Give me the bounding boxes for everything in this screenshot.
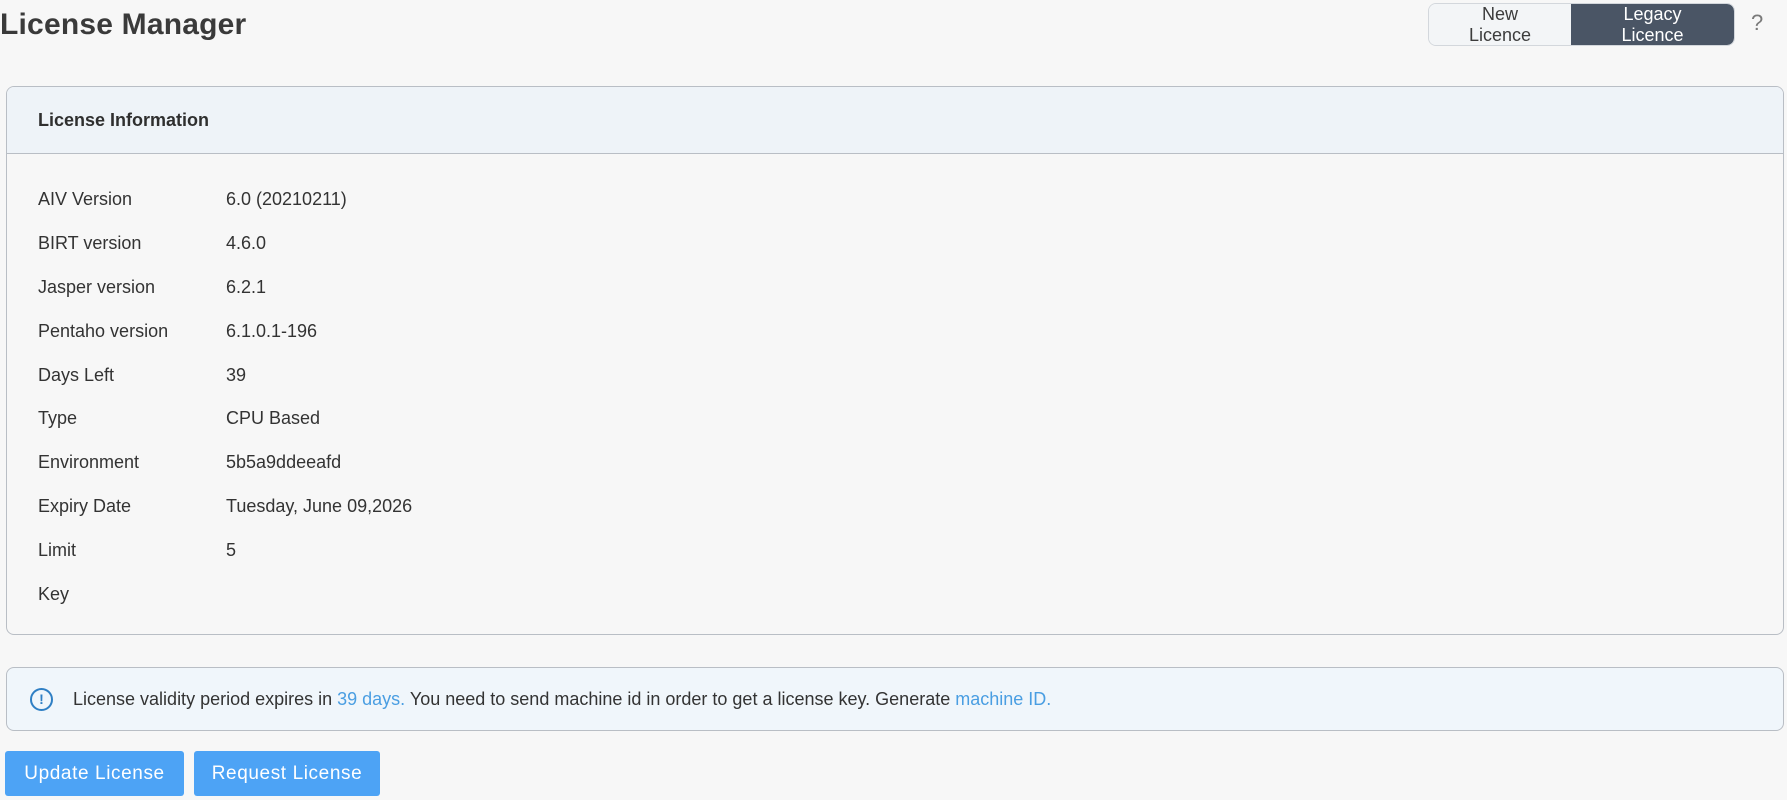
action-buttons: Update License Request License bbox=[5, 751, 380, 796]
license-information-card: License Information AIV Version 6.0 (202… bbox=[6, 86, 1784, 635]
info-row-pentaho-version: Pentaho version 6.1.0.1-196 bbox=[7, 309, 1783, 353]
info-value: 6.0 (20210211) bbox=[226, 189, 347, 210]
update-license-button[interactable]: Update License bbox=[5, 751, 184, 796]
info-label: Pentaho version bbox=[38, 320, 169, 341]
info-label: Key bbox=[38, 583, 70, 604]
info-row-key: Key bbox=[7, 572, 1783, 616]
info-row-days-left: Days Left 39 bbox=[7, 353, 1783, 397]
card-title: License Information bbox=[38, 109, 210, 130]
alert-text-middle: You need to send machine id in order to … bbox=[405, 688, 956, 709]
info-value: 5b5a9ddeeafd bbox=[226, 452, 342, 473]
machine-id-link[interactable]: machine ID. bbox=[955, 689, 1051, 709]
card-header: License Information bbox=[7, 87, 1783, 154]
info-label: Expiry Date bbox=[38, 495, 132, 516]
info-label: Days Left bbox=[38, 364, 115, 385]
info-label: Environment bbox=[38, 452, 140, 473]
info-value: 4.6.0 bbox=[226, 233, 267, 254]
info-circle-icon: ! bbox=[30, 687, 53, 711]
info-label: Limit bbox=[38, 539, 77, 560]
info-row-type: Type CPU Based bbox=[7, 397, 1783, 441]
info-value: 5 bbox=[226, 539, 237, 560]
info-value: 39 bbox=[226, 364, 247, 385]
info-row-birt-version: BIRT version 4.6.0 bbox=[7, 222, 1783, 266]
info-row-limit: Limit 5 bbox=[7, 528, 1783, 572]
alert-message: License validity period expires in 39 da… bbox=[73, 689, 1051, 710]
info-value: Tuesday, June 09,2026 bbox=[226, 495, 413, 516]
page-title: License Manager bbox=[0, 8, 247, 41]
days-left-link[interactable]: 39 days. bbox=[337, 689, 405, 709]
info-label: Type bbox=[38, 408, 78, 429]
license-manager-page: License Manager New Licence Legacy Licen… bbox=[0, 0, 1787, 800]
info-row-aiv-version: AIV Version 6.0 (20210211) bbox=[7, 178, 1783, 222]
info-value: 6.2.1 bbox=[226, 276, 267, 297]
licence-type-toggle: New Licence Legacy Licence bbox=[1428, 3, 1735, 46]
alert-text-before: License validity period expires in bbox=[73, 688, 338, 709]
new-licence-button[interactable]: New Licence bbox=[1429, 4, 1571, 45]
info-row-environment: Environment 5b5a9ddeeafd bbox=[7, 441, 1783, 485]
license-info-table: AIV Version 6.0 (20210211) BIRT version … bbox=[7, 154, 1783, 616]
info-row-expiry-date: Expiry Date Tuesday, June 09,2026 bbox=[7, 485, 1783, 529]
info-value: 6.1.0.1-196 bbox=[226, 320, 318, 341]
info-label: Jasper version bbox=[38, 276, 156, 297]
info-value: CPU Based bbox=[226, 408, 321, 429]
legacy-licence-button[interactable]: Legacy Licence bbox=[1571, 4, 1734, 45]
help-icon[interactable]: ? bbox=[1751, 10, 1763, 36]
request-license-button[interactable]: Request License bbox=[194, 751, 380, 796]
info-label: BIRT version bbox=[38, 233, 142, 254]
license-expiry-alert: ! License validity period expires in 39 … bbox=[6, 667, 1784, 731]
info-label: AIV Version bbox=[38, 189, 133, 210]
info-row-jasper-version: Jasper version 6.2.1 bbox=[7, 266, 1783, 310]
